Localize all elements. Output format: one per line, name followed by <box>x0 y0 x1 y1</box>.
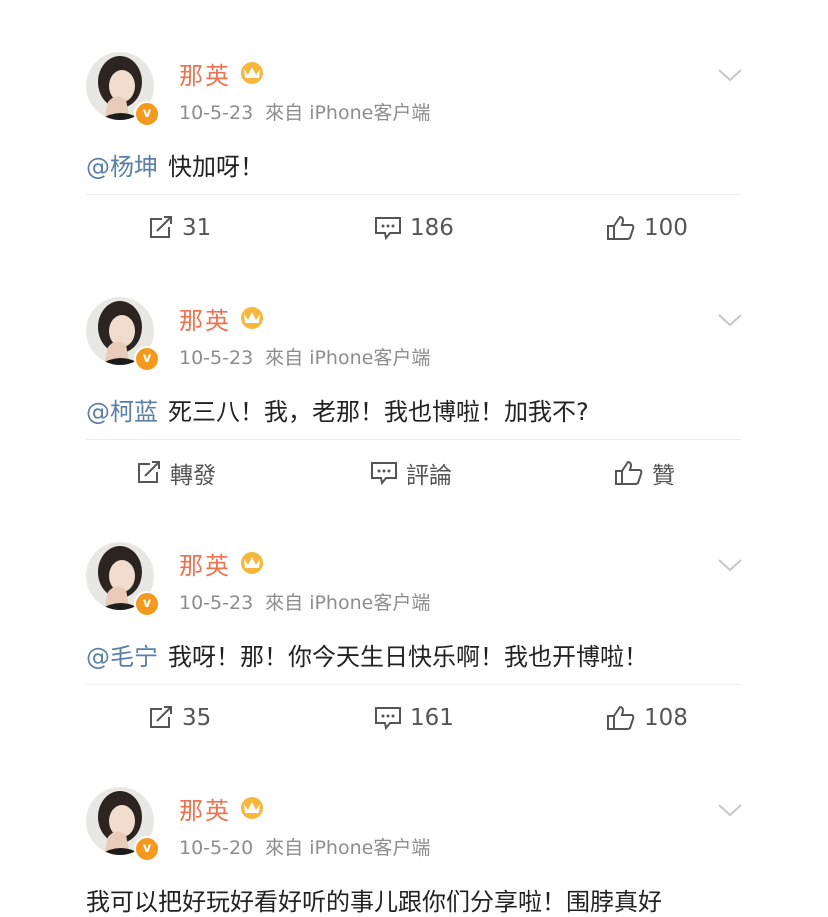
post-date: 10-5-23 <box>179 592 254 614</box>
verified-badge: v <box>134 346 160 372</box>
post-date: 10-5-20 <box>179 837 254 859</box>
post-header: v 那英 10-5-23 來自 iPhone客户端 <box>86 52 763 132</box>
mention-link[interactable]: @柯蓝 <box>86 398 158 426</box>
comment-icon <box>375 707 401 730</box>
comment-icon <box>375 217 401 240</box>
post-source: 來自 iPhone客户端 <box>265 592 431 614</box>
post-text: @杨坤 快加呀！ <box>86 147 264 182</box>
post-text: @毛宁 我呀！那！你今天生日快乐啊！我也开博啦！ <box>86 637 648 672</box>
verified-badge: v <box>134 101 160 127</box>
post-body: 死三八！我，老那！我也博啦！加我不? <box>168 398 589 426</box>
like-button[interactable]: 贊 <box>614 452 675 494</box>
verified-badge: v <box>134 591 160 617</box>
post-meta: 10-5-20 來自 iPhone客户端 <box>179 833 430 860</box>
comment-count: 186 <box>410 215 454 241</box>
crown-badge-icon <box>241 307 263 329</box>
post-body: 我呀！那！你今天生日快乐啊！我也开博啦！ <box>168 643 648 671</box>
chevron-down-icon[interactable] <box>717 558 743 572</box>
repost-button[interactable]: 31 <box>148 207 211 249</box>
crown-badge-icon <box>241 62 263 84</box>
author-name[interactable]: 那英 <box>179 56 231 91</box>
post-text: @柯蓝 死三八！我，老那！我也博啦！加我不? <box>86 392 589 427</box>
mention-link[interactable]: @毛宁 <box>86 643 158 671</box>
repost-icon <box>150 216 172 238</box>
repost-count: 35 <box>182 705 212 731</box>
post-header: v 那英 10-5-20 來自 iPhone客户端 <box>86 787 763 867</box>
like-icon <box>607 705 635 730</box>
post-date: 10-5-23 <box>179 347 254 369</box>
comment-icon <box>371 462 397 485</box>
post-meta: 10-5-23 來自 iPhone客户端 <box>179 588 430 615</box>
author-name[interactable]: 那英 <box>179 301 231 336</box>
action-bar: 轉發 評論 贊 <box>64 452 763 494</box>
repost-button[interactable]: 35 <box>148 697 211 739</box>
like-button[interactable]: 100 <box>606 207 688 249</box>
post-meta: 10-5-23 來自 iPhone客户端 <box>179 98 430 125</box>
post-source: 來自 iPhone客户端 <box>265 102 431 124</box>
post-body: 快加呀！ <box>168 153 264 181</box>
divider <box>86 684 742 685</box>
repost-count: 31 <box>182 215 212 241</box>
comment-button[interactable]: 186 <box>374 207 454 249</box>
repost-icon <box>150 706 172 728</box>
chevron-down-icon[interactable] <box>717 803 743 817</box>
author-name[interactable]: 那英 <box>179 546 231 581</box>
post-card: v 那英 10-5-20 來自 iPhone客户端 我可以把好玩好看好听的事儿跟你… <box>64 735 763 916</box>
verified-badge: v <box>134 836 160 862</box>
repost-icon <box>138 461 160 483</box>
post-card: v 那英 10-5-23 來自 iPhone客户端 @柯蓝 死三八！我，老那！我也博… <box>64 245 763 504</box>
chevron-down-icon[interactable] <box>717 313 743 327</box>
repost-button[interactable]: 轉發 <box>136 452 216 494</box>
like-icon <box>607 215 635 240</box>
like-count: 108 <box>644 705 688 731</box>
comment-label: 評論 <box>406 463 452 489</box>
author-name[interactable]: 那英 <box>179 791 231 826</box>
post-card: v 那英 10-5-23 來自 iPhone客户端 @杨坤 快加呀！ 31 18… <box>64 0 763 259</box>
crown-badge-icon <box>241 797 263 819</box>
comment-count: 161 <box>410 705 454 731</box>
post-meta: 10-5-23 來自 iPhone客户端 <box>179 343 430 370</box>
post-header: v 那英 10-5-23 來自 iPhone客户端 <box>86 297 763 377</box>
like-count: 100 <box>644 215 688 241</box>
crown-badge-icon <box>241 552 263 574</box>
post-header: v 那英 10-5-23 來自 iPhone客户端 <box>86 542 763 622</box>
like-button[interactable]: 108 <box>606 697 688 739</box>
like-icon <box>615 460 643 485</box>
post-source: 來自 iPhone客户端 <box>265 837 431 859</box>
mention-link[interactable]: @杨坤 <box>86 153 158 181</box>
action-bar: 35 161 108 <box>64 697 763 739</box>
post-date: 10-5-23 <box>179 102 254 124</box>
post-source: 來自 iPhone客户端 <box>265 347 431 369</box>
like-label: 贊 <box>652 463 675 489</box>
comment-button[interactable]: 161 <box>374 697 454 739</box>
post-body: 我可以把好玩好看好听的事儿跟你们分享啦！围脖真好 <box>86 888 662 916</box>
divider <box>86 439 742 440</box>
repost-label: 轉發 <box>170 463 216 489</box>
post-card: v 那英 10-5-23 來自 iPhone客户端 @毛宁 我呀！那！你今天生日快乐… <box>64 490 763 748</box>
comment-button[interactable]: 評論 <box>370 452 452 494</box>
chevron-down-icon[interactable] <box>717 68 743 82</box>
action-bar: 31 186 100 <box>64 207 763 249</box>
post-text: 我可以把好玩好看好听的事儿跟你们分享啦！围脖真好 <box>86 882 662 917</box>
divider <box>86 194 742 195</box>
